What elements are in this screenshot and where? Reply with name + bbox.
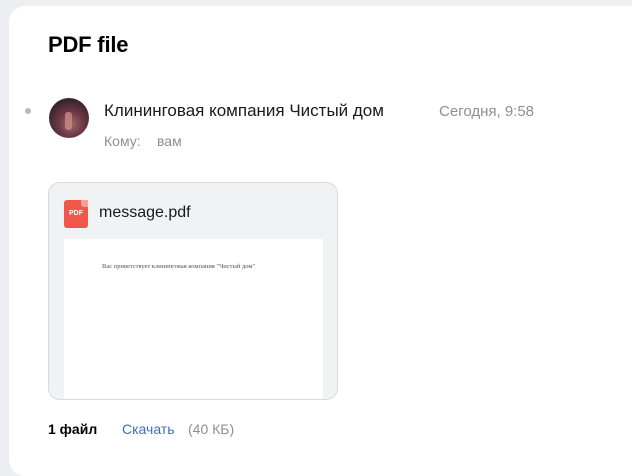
attachments-size: (40 КБ) — [188, 421, 235, 437]
pdf-file-icon: PDF — [64, 200, 88, 228]
sender-name[interactable]: Клининговая компания Чистый дом — [104, 101, 384, 121]
message-subject: PDF file — [48, 32, 129, 57]
recipient-value[interactable]: вам — [157, 133, 182, 149]
pdf-icon-label: PDF — [69, 210, 83, 217]
attachment-card[interactable]: PDF message.pdf Вас приветствует клининг… — [48, 182, 338, 400]
preview-text: Вас приветствует клининговая компания "Ч… — [102, 263, 256, 270]
message-panel: PDF file Клининговая компания Чистый дом… — [9, 6, 632, 476]
avatar-figure — [65, 112, 72, 130]
message-time: Сегодня, 9:58 — [439, 103, 535, 120]
unread-indicator[interactable] — [25, 108, 31, 114]
sender-avatar[interactable] — [49, 98, 89, 138]
recipient-label: Кому: — [104, 133, 141, 149]
attachments-count: 1 файл — [48, 421, 98, 437]
attachment-file-name[interactable]: message.pdf — [99, 204, 191, 222]
download-link[interactable]: Скачать — [122, 421, 175, 437]
attachment-preview[interactable]: Вас приветствует клининговая компания "Ч… — [64, 239, 323, 399]
